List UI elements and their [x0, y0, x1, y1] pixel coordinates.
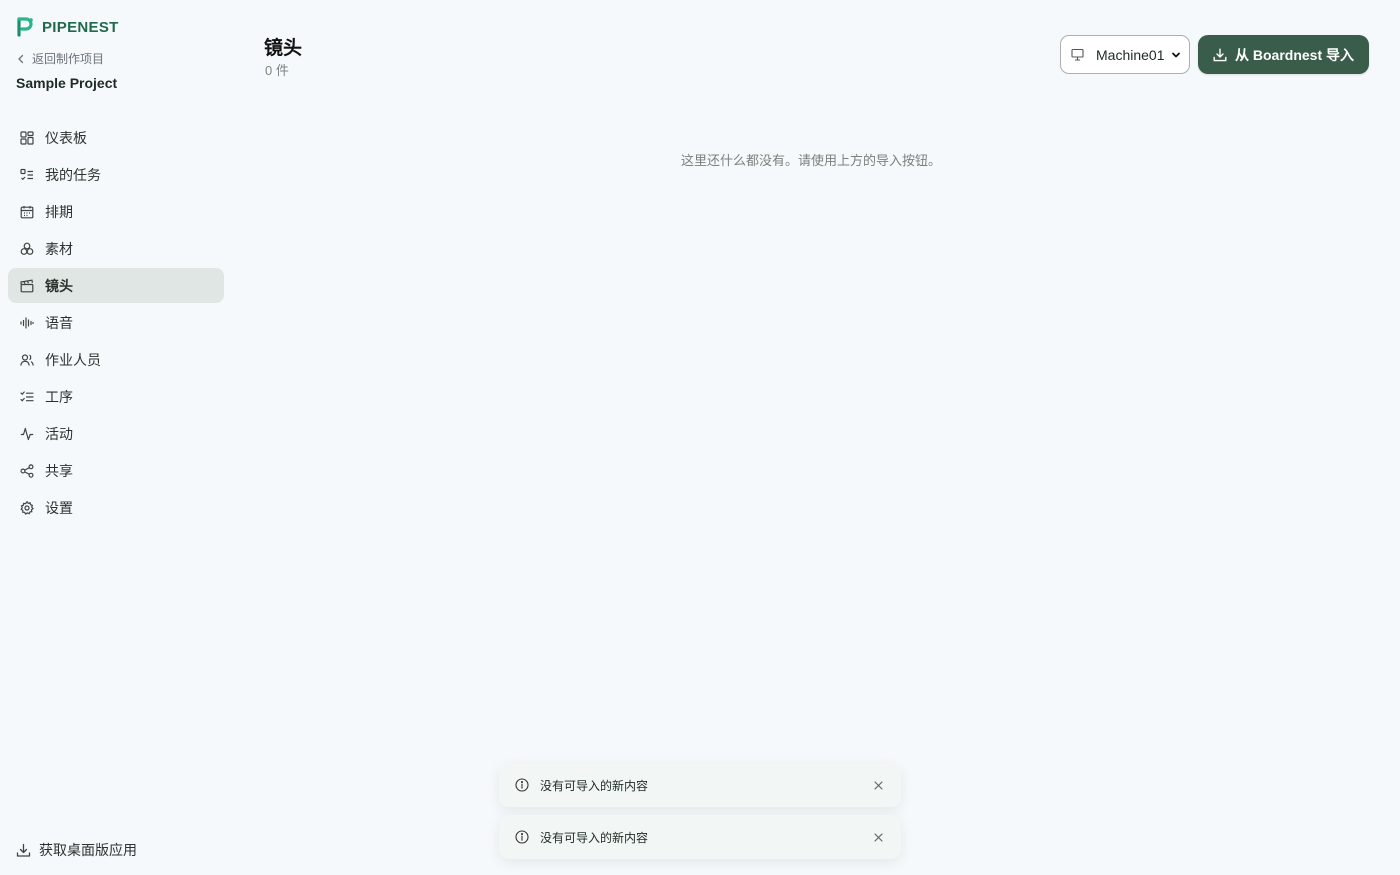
chevron-left-icon — [18, 54, 24, 63]
sidebar-item-label: 素材 — [45, 240, 73, 257]
sidebar-item-activity[interactable]: 活动 — [8, 416, 224, 451]
sidebar-item-dashboard[interactable]: 仪表板 — [8, 120, 224, 155]
download-icon — [16, 843, 31, 857]
sidebar-item-my-tasks[interactable]: 我的任务 — [8, 157, 224, 192]
sidebar-item-label: 我的任务 — [45, 166, 101, 183]
sidebar-item-audio[interactable]: 语音 — [8, 305, 224, 340]
dashboard-icon — [20, 130, 34, 145]
sidebar-item-label: 排期 — [45, 203, 73, 220]
sidebar-item-label: 镜头 — [45, 277, 73, 294]
activity-icon — [20, 427, 34, 441]
sidebar-item-settings[interactable]: 设置 — [8, 490, 224, 525]
toast-notification: 没有可导入的新内容 — [499, 815, 901, 859]
gear-icon — [20, 500, 34, 515]
page-title: 镜头 — [264, 38, 303, 59]
sidebar-item-workflow[interactable]: 工序 — [8, 379, 224, 414]
get-desktop-app-link[interactable]: 获取桌面版应用 — [16, 840, 137, 860]
sidebar-item-label: 工序 — [45, 388, 73, 405]
sidebar-item-share[interactable]: 共享 — [8, 453, 224, 488]
sidebar-item-label: 共享 — [45, 462, 73, 479]
sidebar-item-schedule[interactable]: 排期 — [8, 194, 224, 229]
sidebar-nav: 仪表板 我的任务 排期 素材 镜头 语音 作业人员 工序 活动 共享 设置 — [8, 120, 224, 527]
import-from-boardnest-button[interactable]: 从 Boardnest 导入 — [1198, 35, 1369, 74]
info-icon — [515, 778, 529, 792]
project-name: Sample Project — [16, 75, 118, 91]
back-to-projects-link[interactable]: 返回制作项目 — [16, 50, 104, 67]
close-icon[interactable] — [874, 832, 883, 842]
back-link-label: 返回制作项目 — [32, 52, 105, 66]
task-list-icon — [20, 168, 34, 182]
pipenest-logo-icon — [17, 17, 33, 37]
assets-icon — [20, 242, 34, 256]
sidebar-item-members[interactable]: 作业人员 — [8, 342, 224, 377]
machine-select[interactable]: Machine01 — [1060, 35, 1190, 74]
users-icon — [20, 353, 34, 367]
import-button-label: 从 Boardnest 导入 — [1234, 46, 1354, 63]
monitor-icon — [1071, 48, 1084, 61]
toast-message: 没有可导入的新内容 — [540, 778, 649, 793]
sidebar-item-label: 设置 — [45, 499, 73, 516]
sidebar: PIPENEST 返回制作项目 Sample Project 仪表板 我的任务 … — [0, 0, 232, 875]
calendar-icon — [20, 205, 34, 219]
toast-notification: 没有可导入的新内容 — [499, 763, 901, 807]
machine-select-value: Machine01 — [1096, 46, 1165, 63]
brand-logo[interactable]: PIPENEST — [16, 16, 119, 38]
download-icon — [1213, 48, 1227, 61]
share-icon — [20, 463, 34, 478]
close-icon[interactable] — [874, 780, 883, 790]
clapperboard-icon — [20, 279, 34, 293]
checklist-icon — [20, 390, 34, 404]
sidebar-item-assets[interactable]: 素材 — [8, 231, 224, 266]
info-icon — [515, 830, 529, 844]
brand-name: PIPENEST — [42, 18, 119, 36]
app-window: PIPENEST 返回制作项目 Sample Project 仪表板 我的任务 … — [0, 0, 1400, 875]
empty-state-message: 这里还什么都没有。请使用上方的导入按钮。 — [681, 153, 942, 168]
sidebar-item-label: 仪表板 — [45, 129, 87, 146]
item-count: 0 件 — [265, 63, 289, 78]
chevron-down-icon — [1172, 52, 1180, 57]
sidebar-item-label: 作业人员 — [45, 351, 101, 368]
desktop-app-label: 获取桌面版应用 — [39, 842, 137, 858]
audio-wave-icon — [20, 316, 34, 330]
toast-message: 没有可导入的新内容 — [540, 830, 649, 845]
sidebar-item-shots[interactable]: 镜头 — [8, 268, 224, 303]
sidebar-item-label: 语音 — [45, 314, 73, 331]
sidebar-item-label: 活动 — [45, 425, 73, 442]
